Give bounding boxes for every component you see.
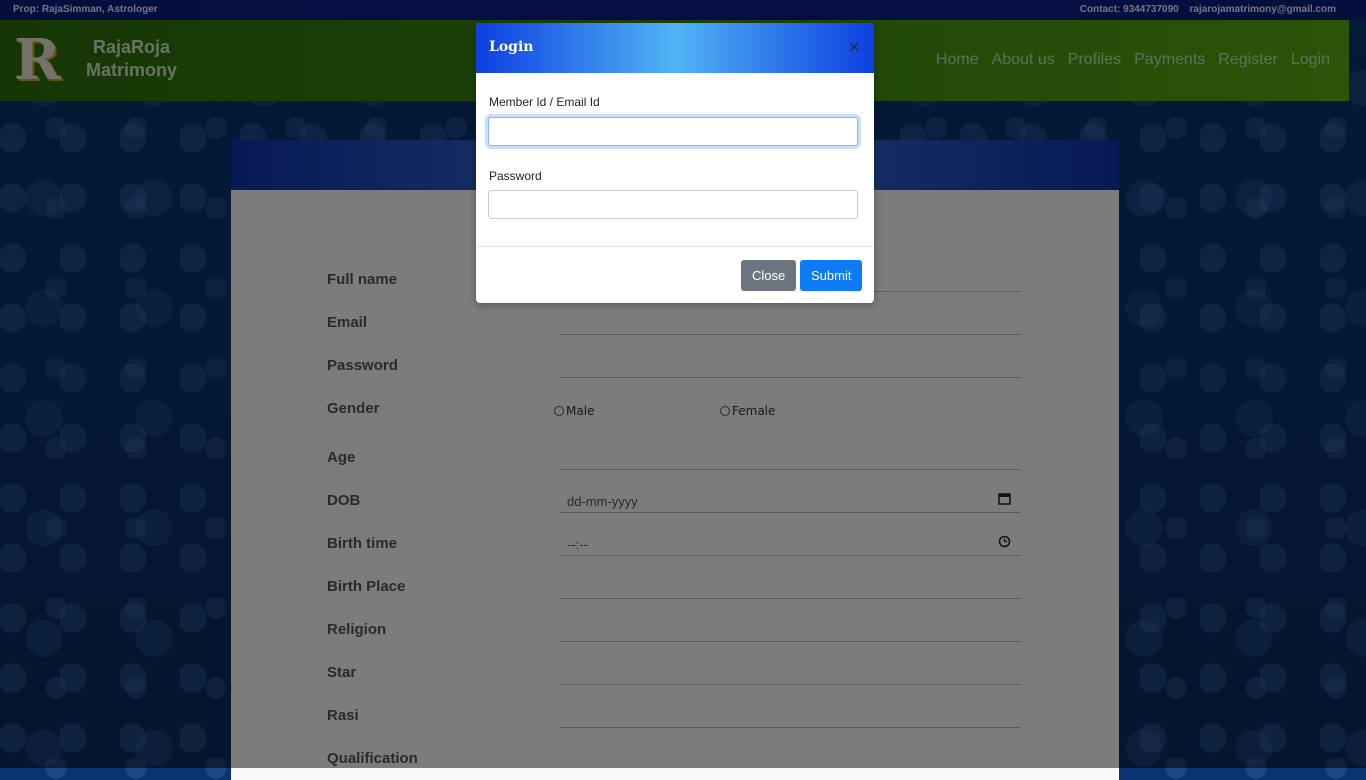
modal-body: Member Id / Email Id Password (476, 73, 874, 246)
member-id-label: Member Id / Email Id (489, 95, 600, 109)
modal-header: Login × (476, 23, 874, 73)
close-icon[interactable]: × (848, 37, 861, 56)
login-modal: Login × Member Id / Email Id Password Cl… (476, 23, 874, 303)
modal-footer: Close Submit (476, 246, 874, 303)
submit-button[interactable]: Submit (800, 260, 863, 291)
close-button[interactable]: Close (741, 260, 797, 291)
login-password-input[interactable] (488, 190, 858, 219)
login-password-label: Password (489, 169, 542, 183)
member-id-input[interactable] (488, 117, 858, 146)
modal-title: Login (489, 39, 534, 55)
